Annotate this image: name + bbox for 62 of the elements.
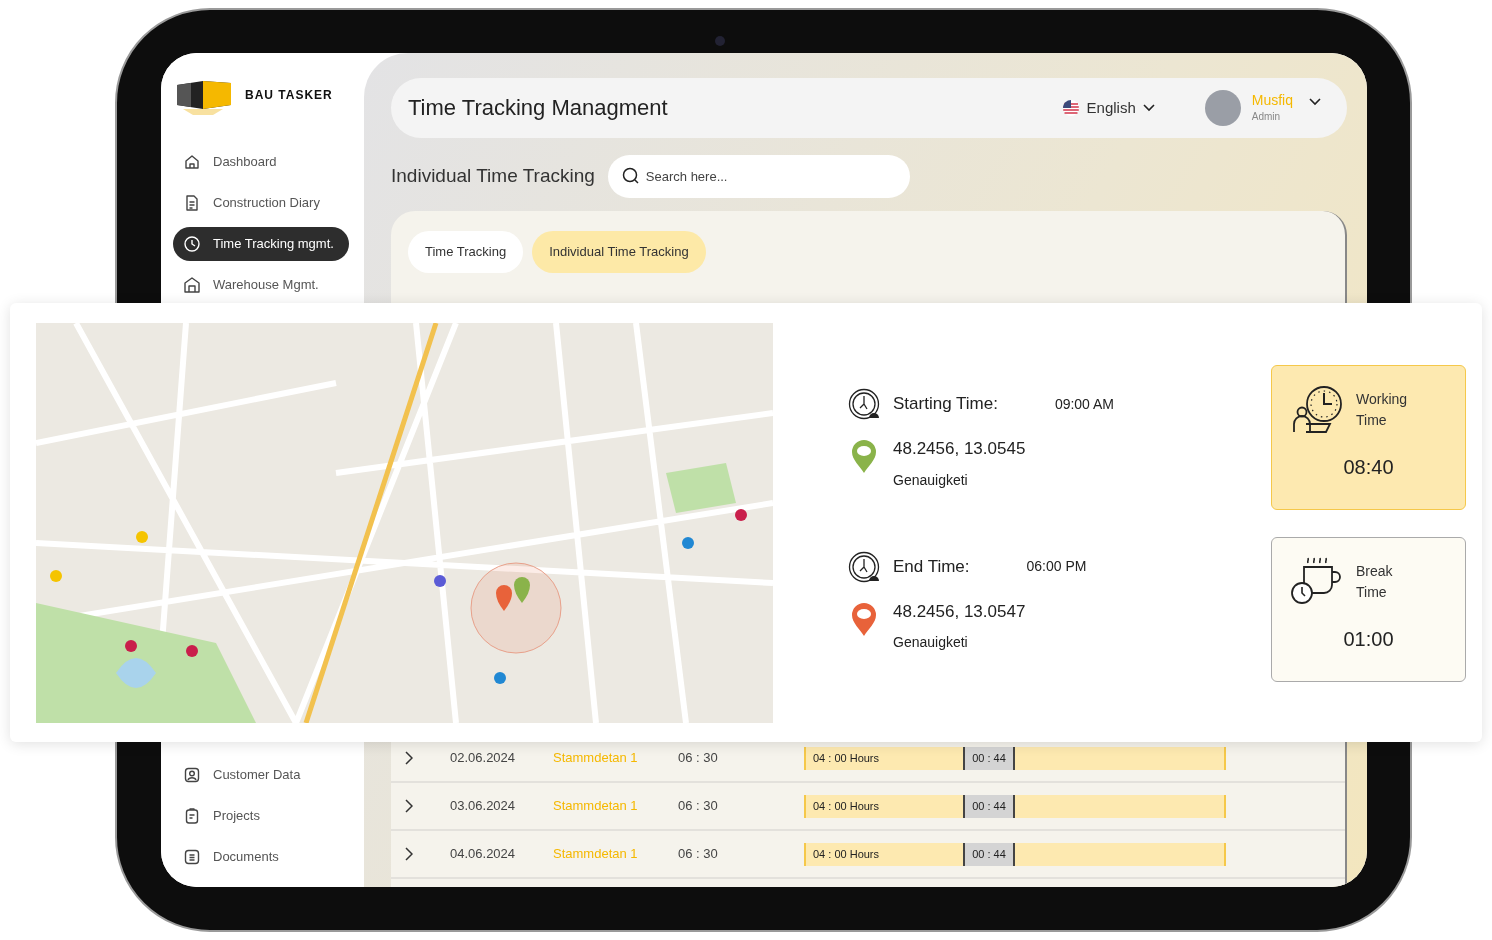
- chevron-right-icon[interactable]: [405, 847, 413, 861]
- chevron-down-icon[interactable]: [1309, 98, 1321, 106]
- place-text: Genauigketi: [893, 633, 969, 652]
- document-icon: [183, 194, 201, 212]
- home-icon: [183, 153, 201, 171]
- coffee-clock-icon: [1290, 556, 1344, 606]
- document-icon: [183, 848, 201, 866]
- clock-icon: [183, 235, 201, 253]
- date-text: 02.06.2024: [450, 749, 517, 768]
- summary-value: 08:40: [1342, 455, 1395, 480]
- event-time: 06:00 PM: [1026, 557, 1087, 576]
- warehouse-icon: [183, 276, 201, 294]
- date-text: 04.06.2024: [450, 845, 517, 864]
- search-field[interactable]: Search here...: [607, 155, 910, 198]
- logo-text: BAU TASKER: [245, 87, 333, 104]
- work-hours-text: 04 : 00 Hours: [812, 750, 881, 766]
- summary-label: Break Time: [1356, 562, 1394, 602]
- summary-label: Working Time: [1356, 390, 1409, 430]
- work-hours-text: 04 : 00 Hours: [812, 846, 881, 862]
- event-time: 09:00 AM: [1054, 394, 1115, 414]
- date-text: 03.06.2024: [450, 797, 517, 816]
- chevron-down-icon: [1142, 104, 1155, 112]
- coordinates-text: 48.2456, 13.0547: [893, 600, 1026, 623]
- tab[interactable]: Individual Time Tracking: [532, 231, 706, 273]
- nav-item[interactable]: Time Tracking mgmt.: [173, 227, 349, 261]
- employee-name: Stammdetan 1: [553, 749, 639, 768]
- clipboard-icon: [183, 807, 201, 825]
- avatar: [1204, 90, 1241, 126]
- employee-name: Stammdetan 1: [553, 797, 639, 816]
- break-segment: 00 : 44: [963, 746, 1015, 770]
- user-role: Admin: [1251, 109, 1282, 124]
- section-title: Individual Time Tracking: [391, 165, 595, 188]
- employee-name: Stammdetan 1: [553, 845, 639, 864]
- work-hours-text: 04 : 00 Hours: [812, 798, 881, 814]
- chevron-right-icon[interactable]: [405, 751, 413, 765]
- place-text: Genauigketi: [893, 470, 969, 490]
- clock-icon: [848, 388, 880, 420]
- nav-item[interactable]: Dashboard: [173, 145, 349, 179]
- time-text: 06 : 30: [678, 797, 719, 816]
- break-segment: 00 : 44: [963, 842, 1015, 866]
- clock-worker-icon: [1290, 384, 1344, 434]
- nav-item[interactable]: Customer Data: [173, 758, 349, 792]
- break-segment: 00 : 44: [963, 794, 1015, 818]
- chevron-right-icon[interactable]: [405, 799, 413, 813]
- time-text: 06 : 30: [678, 845, 719, 864]
- language-selector[interactable]: English: [1055, 95, 1161, 121]
- user-name: Musfiq: [1251, 92, 1293, 109]
- event-label: End Time:: [893, 555, 970, 578]
- clock-icon: [848, 550, 880, 583]
- time-text: 06 : 30: [678, 749, 719, 768]
- nav-item[interactable]: Warehouse Mgmt.: [173, 268, 349, 302]
- coordinates-text: 48.2456, 13.0545: [893, 438, 1026, 460]
- nav-item[interactable]: Projects: [173, 799, 349, 833]
- nav-item[interactable]: Documents: [173, 840, 349, 874]
- flag-icon: [1061, 99, 1080, 117]
- nav-item[interactable]: Construction Diary: [173, 186, 349, 220]
- summary-value: 01:00: [1342, 627, 1395, 652]
- tab[interactable]: Time Tracking: [408, 231, 524, 273]
- camera-icon: [715, 36, 725, 46]
- page-header-title: Time Tracking Managment: [408, 94, 669, 122]
- event-label: Starting Time:: [893, 393, 998, 416]
- contact-card-icon: [183, 766, 201, 784]
